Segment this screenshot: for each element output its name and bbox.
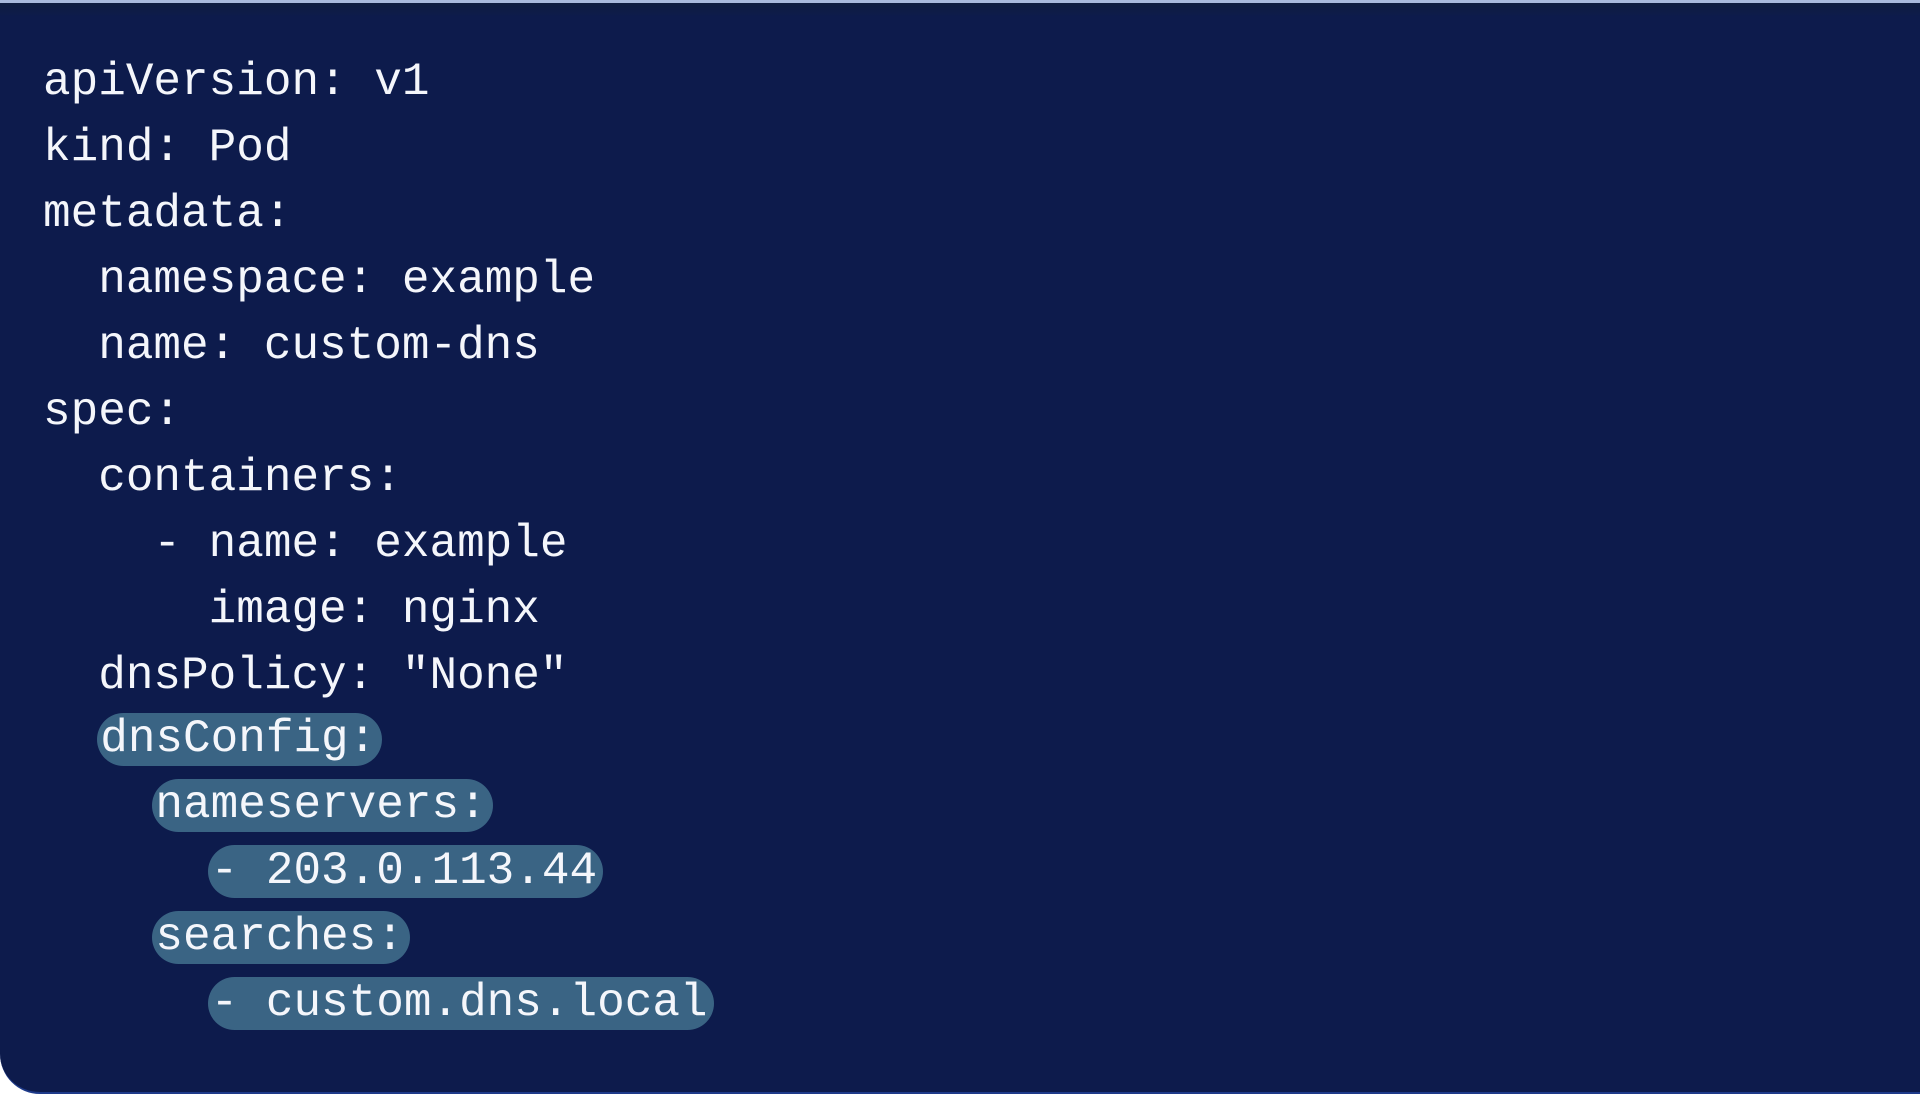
highlighted-code-text: searches:: [152, 911, 410, 965]
code-line-name: name: custom-dns: [43, 313, 714, 379]
code-line-namespace: namespace: example: [43, 247, 714, 313]
code-line-dnspolicy: dnsPolicy: "None": [43, 643, 714, 709]
code-line-container-name: - name: example: [43, 511, 714, 577]
code-line-metadata: metadata:: [43, 181, 714, 247]
code-block: apiVersion: v1 kind: Pod metadata: namespa…: [0, 0, 1920, 1094]
code-text: - name: example: [153, 518, 568, 570]
highlighted-code-text: nameservers:: [152, 779, 493, 833]
code-line-kind: kind: Pod: [43, 115, 714, 181]
code-line-image: image: nginx: [43, 577, 714, 643]
code-line-spec: spec:: [43, 379, 714, 445]
code-line-nameserver-ip: - 203.0.113.44: [43, 841, 714, 907]
code-text: image: nginx: [208, 584, 540, 636]
highlighted-code-text: - 203.0.113.44: [207, 845, 604, 899]
code-text: metadata:: [43, 188, 292, 240]
code-text: kind: Pod: [43, 122, 292, 174]
code-line-nameservers: nameservers:: [43, 775, 714, 841]
highlighted-code-text: dnsConfig:: [97, 713, 383, 767]
code-line-apiversion: apiVersion: v1: [43, 49, 714, 115]
code-line-dnsconfig: dnsConfig:: [43, 709, 714, 775]
code-text: apiVersion: v1: [43, 56, 430, 108]
code-text: dnsPolicy: "None": [98, 650, 568, 702]
code-text: name: custom-dns: [98, 320, 540, 372]
yaml-code: apiVersion: v1 kind: Pod metadata: namespa…: [43, 49, 714, 1039]
code-text: namespace: example: [98, 254, 596, 306]
code-text: containers:: [98, 452, 402, 504]
code-line-search-domain: - custom.dns.local: [43, 973, 714, 1039]
code-text: spec:: [43, 386, 182, 438]
highlighted-code-text: - custom.dns.local: [207, 977, 714, 1031]
code-line-searches: searches:: [43, 907, 714, 973]
code-line-containers: containers:: [43, 445, 714, 511]
